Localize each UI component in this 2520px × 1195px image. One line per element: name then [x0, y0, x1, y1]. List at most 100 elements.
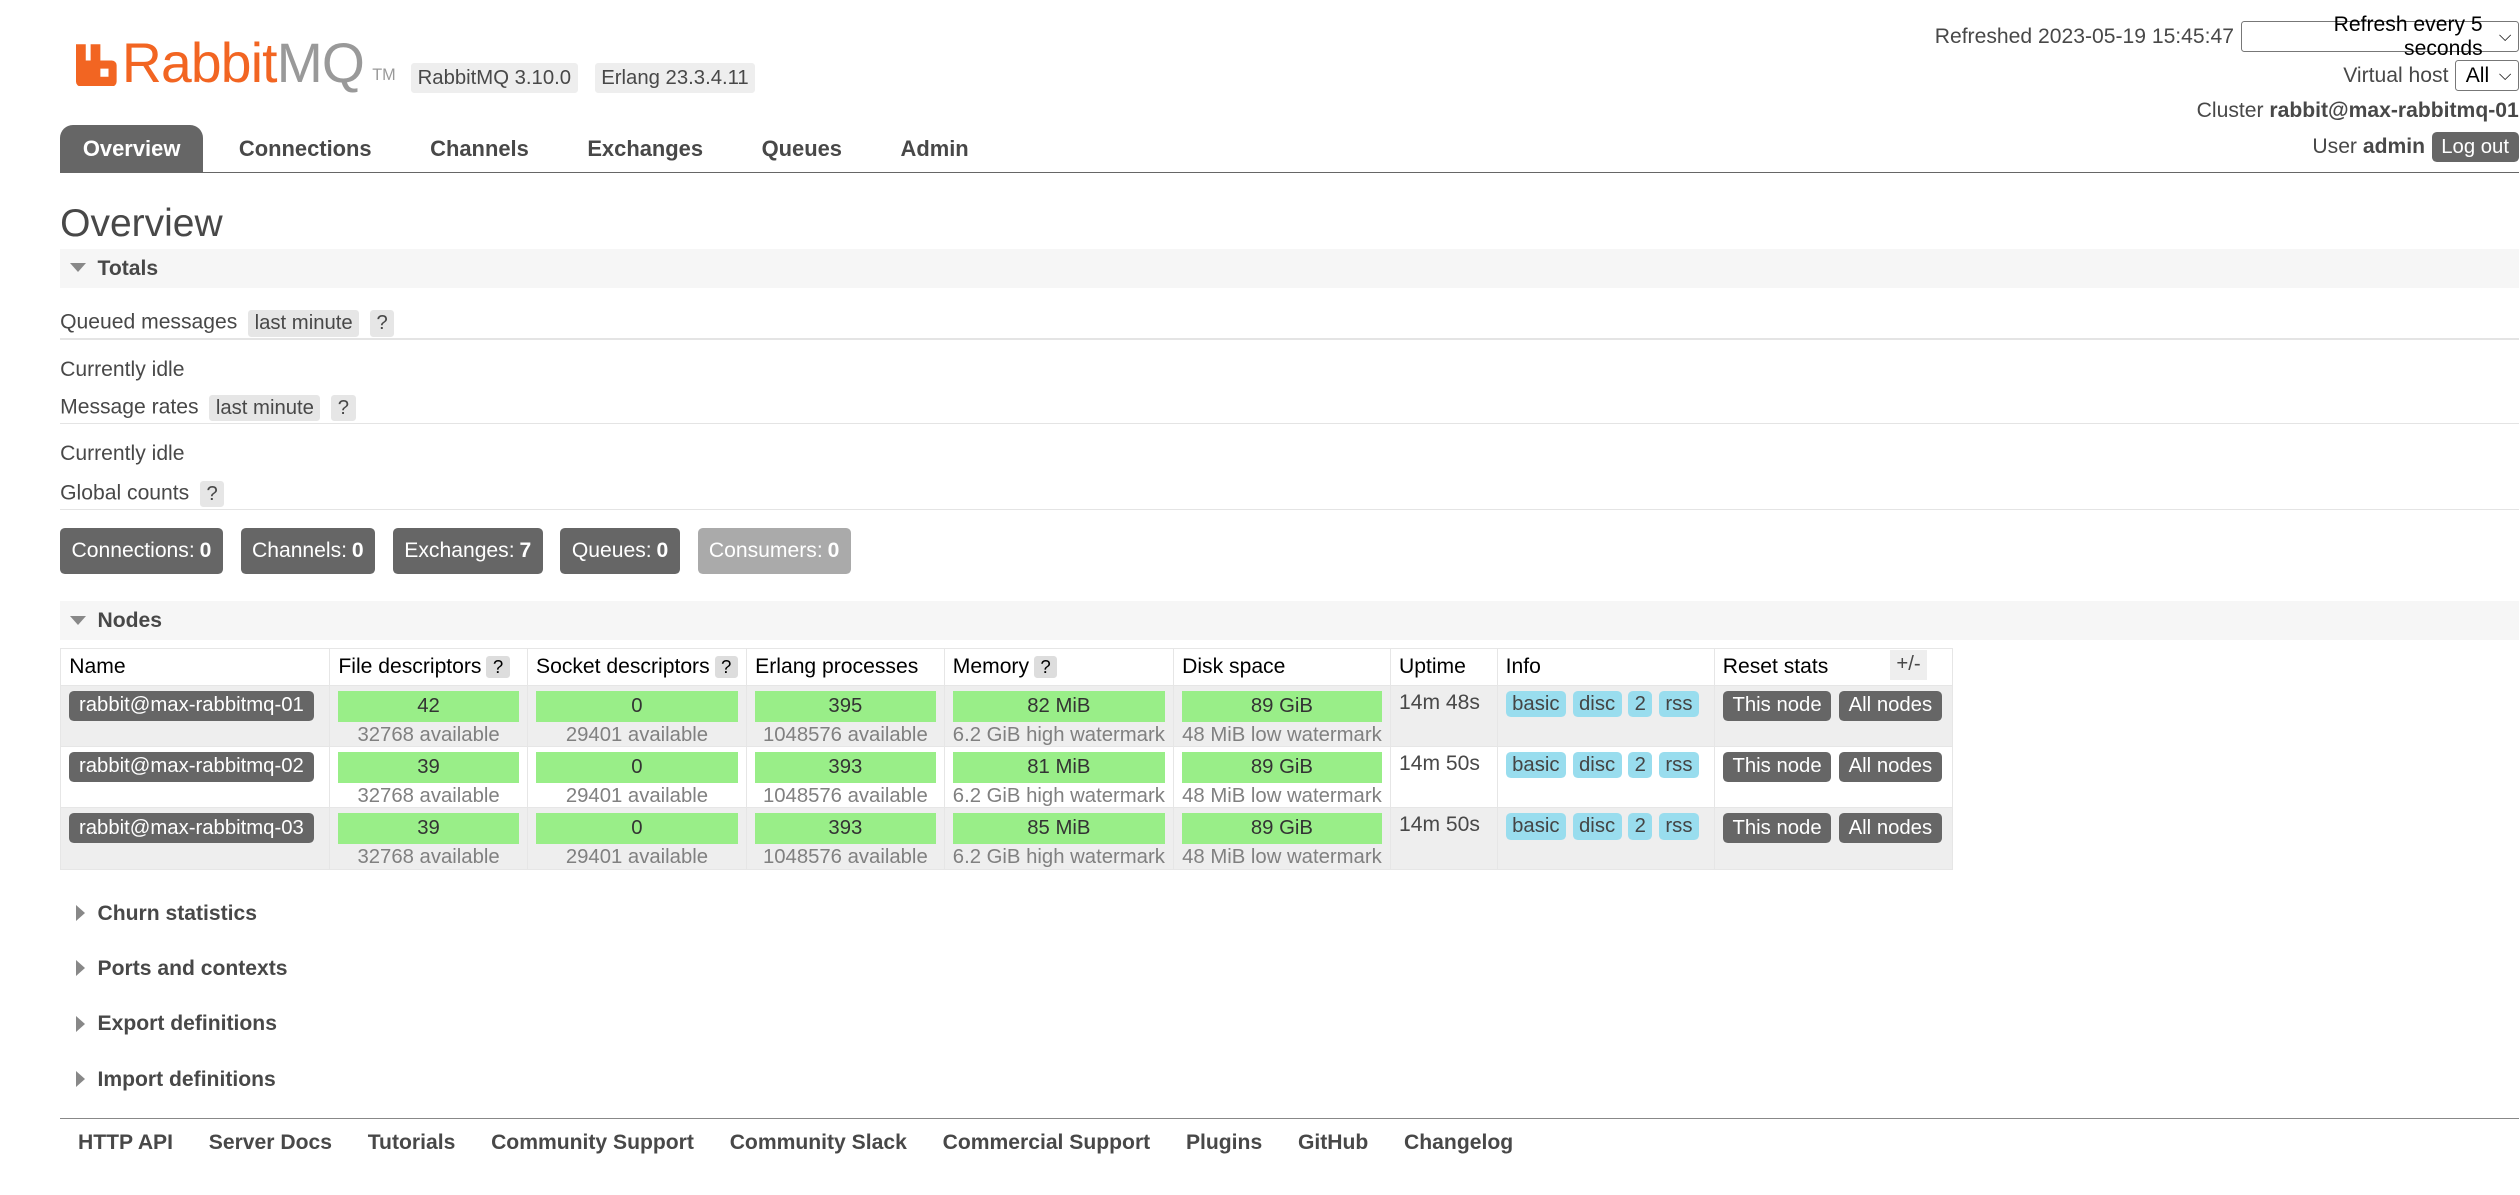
col-memory: Memory?	[943, 648, 1174, 687]
node-link[interactable]: rabbit@max-rabbitmq-01	[69, 691, 314, 721]
fd-help-button[interactable]: ?	[486, 656, 510, 679]
footer-link-plugins[interactable]: Plugins	[1186, 1131, 1262, 1155]
col-socket-descriptors: Socket descriptors?	[526, 648, 748, 687]
import-definitions-section[interactable]: Import definitions	[60, 1059, 2519, 1099]
sd-bar: 0	[536, 691, 738, 722]
tab-channels[interactable]: Channels	[407, 125, 551, 172]
section-label: Ports and contexts	[97, 957, 288, 981]
channels-count-button[interactable]: Channels: 0	[240, 528, 376, 574]
nodes-section-header[interactable]: Nodes	[60, 601, 2519, 641]
message-rates-range[interactable]: last minute	[209, 394, 321, 422]
col-label: Memory	[952, 655, 1030, 679]
reset-this-node-button[interactable]: This node	[1722, 691, 1832, 721]
info-badge: rss	[1658, 813, 1699, 840]
tab-exchanges[interactable]: Exchanges	[565, 125, 726, 172]
cell-uptime: 14m 50s	[1389, 746, 1498, 809]
table-row: rabbit@max-rabbitmq-01 42 32768 available…	[60, 685, 1953, 748]
count-value: 0	[827, 539, 840, 563]
tab-admin[interactable]: Admin	[878, 125, 992, 172]
queued-messages-row: Queued messages last minute ?	[60, 310, 395, 337]
footer-links: HTTP API Server Docs Tutorials Community…	[60, 1118, 2519, 1168]
info-badge: 2	[1628, 691, 1653, 718]
queued-messages-help-button[interactable]: ?	[369, 310, 395, 337]
triangle-right-icon	[76, 1015, 85, 1032]
count-label: Queues:	[571, 539, 652, 563]
connections-count-button[interactable]: Connections: 0	[60, 528, 223, 574]
footer-link-changelog[interactable]: Changelog	[1404, 1131, 1513, 1155]
footer-link-commercial-support[interactable]: Commercial Support	[943, 1131, 1151, 1155]
reset-all-nodes-button[interactable]: All nodes	[1838, 813, 1942, 843]
section-label: Import definitions	[97, 1067, 276, 1091]
memory-help-button[interactable]: ?	[1033, 656, 1058, 679]
info-badge: rss	[1658, 691, 1699, 718]
count-value: 0	[199, 539, 212, 563]
cell-sd: 0 29401 available	[526, 746, 748, 809]
table-row: rabbit@max-rabbitmq-03 39 32768 available…	[60, 807, 1953, 870]
churn-statistics-section[interactable]: Churn statistics	[60, 893, 2519, 933]
cell-sd: 0 29401 available	[526, 685, 748, 748]
count-label: Exchanges:	[404, 539, 515, 563]
footer-link-github[interactable]: GitHub	[1298, 1131, 1368, 1155]
fd-bar: 39	[338, 752, 519, 783]
sd-help-button[interactable]: ?	[714, 656, 738, 679]
vhost-select[interactable]: All ⌵	[2454, 59, 2519, 92]
fd-bar: 39	[338, 813, 519, 845]
reset-this-node-button[interactable]: This node	[1722, 752, 1832, 782]
cell-memory: 82 MiB 6.2 GiB high watermark	[943, 685, 1174, 748]
cell-name: rabbit@max-rabbitmq-02	[60, 746, 331, 809]
ep-bar: 393	[755, 813, 936, 845]
reset-all-nodes-button[interactable]: All nodes	[1838, 691, 1942, 721]
tab-queues[interactable]: Queues	[739, 125, 865, 172]
tab-overview[interactable]: Overview	[60, 125, 204, 173]
column-toggle-button[interactable]: +/-	[1889, 650, 1928, 680]
memory-bar: 81 MiB	[952, 752, 1165, 783]
exchanges-count-button[interactable]: Exchanges: 7	[392, 528, 543, 574]
cell-ep: 393 1048576 available	[746, 807, 945, 870]
node-link[interactable]: rabbit@max-rabbitmq-03	[69, 813, 314, 843]
disk-bar: 89 GiB	[1182, 813, 1382, 845]
ports-and-contexts-section[interactable]: Ports and contexts	[60, 949, 2519, 988]
reset-all-nodes-button[interactable]: All nodes	[1838, 752, 1942, 782]
triangle-right-icon	[76, 905, 85, 922]
logo-trademark: TM	[372, 65, 396, 84]
footer-link-community-slack[interactable]: Community Slack	[730, 1131, 907, 1155]
totals-section-header[interactable]: Totals	[60, 248, 2519, 288]
ep-bar: 395	[755, 691, 936, 722]
queued-messages-range[interactable]: last minute	[248, 310, 360, 337]
disk-bar: 89 GiB	[1182, 691, 1382, 722]
disk-watermark: 48 MiB low watermark	[1182, 845, 1382, 868]
cluster-label: Cluster	[2196, 99, 2264, 123]
ep-available: 1048576 available	[762, 845, 928, 868]
export-definitions-section[interactable]: Export definitions	[60, 1004, 2519, 1044]
footer-link-http-api[interactable]: HTTP API	[78, 1131, 173, 1155]
count-value: 0	[351, 539, 364, 563]
cell-ep: 395 1048576 available	[746, 685, 945, 748]
info-badge: basic	[1505, 752, 1567, 779]
queued-messages-label: Queued messages	[60, 311, 238, 334]
col-file-descriptors: File descriptors?	[329, 648, 528, 687]
rabbitmq-logo[interactable]: Rabbit MQ TM	[76, 35, 396, 91]
queues-count-button[interactable]: Queues: 0	[560, 528, 680, 574]
nodes-table: Name File descriptors? Socket descriptor…	[60, 648, 1953, 870]
info-badge: disc	[1572, 813, 1622, 840]
cell-uptime: 14m 48s	[1389, 685, 1498, 748]
global-counts-label: Global counts	[60, 481, 190, 505]
divider	[60, 422, 2519, 425]
tab-connections[interactable]: Connections	[216, 125, 394, 172]
message-rates-help-button[interactable]: ?	[331, 394, 356, 422]
col-erlang-processes: Erlang processes	[746, 648, 945, 687]
message-rates-row: Message rates last minute ?	[60, 394, 356, 422]
reset-this-node-button[interactable]: This node	[1722, 813, 1832, 843]
footer-link-community-support[interactable]: Community Support	[491, 1131, 694, 1155]
col-name: Name	[60, 648, 331, 687]
node-link[interactable]: rabbit@max-rabbitmq-02	[69, 752, 314, 782]
global-counts-help-button[interactable]: ?	[199, 481, 225, 508]
refresh-interval-select[interactable]: Refresh every 5 seconds ⌵	[2240, 13, 2519, 60]
footer-link-tutorials[interactable]: Tutorials	[368, 1131, 456, 1155]
footer-link-server-docs[interactable]: Server Docs	[209, 1131, 332, 1155]
refreshed-time: 2023-05-19 15:45:47	[2037, 24, 2234, 48]
vhost-value: All	[2465, 63, 2490, 87]
ep-available: 1048576 available	[762, 723, 928, 746]
sd-available: 29401 available	[565, 845, 709, 868]
rates-idle-text: Currently idle	[60, 442, 185, 465]
